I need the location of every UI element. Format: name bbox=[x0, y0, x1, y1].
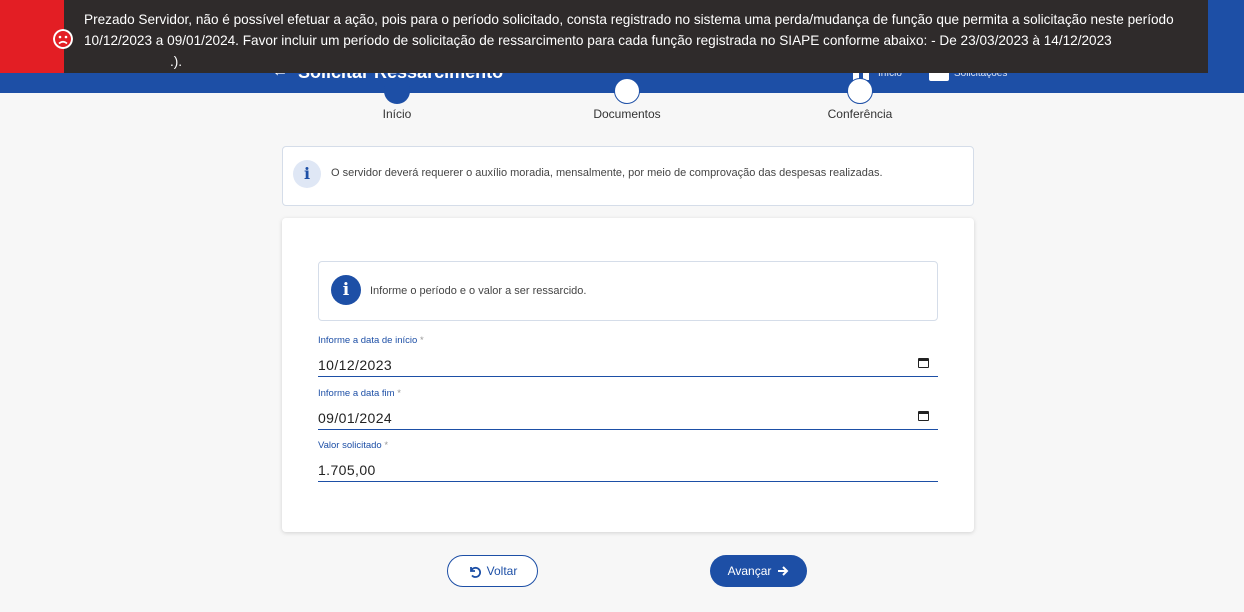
info-notice-card: i O servidor deverá requerer o auxílio m… bbox=[282, 146, 974, 206]
required-mark: * bbox=[397, 388, 401, 399]
sad-face-icon bbox=[53, 29, 73, 49]
arrow-right-icon bbox=[778, 566, 789, 576]
step-label: Conferência bbox=[827, 107, 893, 121]
required-mark: * bbox=[419, 335, 424, 346]
step-inicio: Início bbox=[360, 78, 434, 121]
toast-message: Prezado Servidor, não é possível efetuar… bbox=[84, 9, 1194, 72]
info-icon: i bbox=[331, 275, 361, 305]
next-button-label: Avançar bbox=[727, 564, 772, 578]
step-indicator bbox=[847, 78, 873, 104]
amount-row bbox=[318, 454, 938, 482]
undo-icon bbox=[469, 566, 481, 578]
step-indicator bbox=[614, 78, 640, 104]
end-date-field: Informe a data fim * bbox=[318, 388, 938, 430]
start-date-input[interactable] bbox=[318, 349, 878, 375]
reimbursement-form: i Informe o período e o valor a ser ress… bbox=[282, 218, 974, 532]
required-mark: * bbox=[384, 440, 389, 451]
amount-field: Valor solicitado * bbox=[318, 440, 938, 482]
step-conferencia: Conferência bbox=[813, 78, 907, 121]
start-date-label: Informe a data de início * bbox=[318, 335, 938, 349]
start-date-row bbox=[318, 349, 938, 377]
back-button[interactable]: Voltar bbox=[447, 555, 538, 587]
form-notice-text: Informe o período e o valor a ser ressar… bbox=[370, 285, 587, 297]
amount-label: Valor solicitado * bbox=[318, 440, 938, 454]
end-date-label: Informe a data fim * bbox=[318, 388, 938, 402]
info-icon: i bbox=[293, 160, 321, 188]
step-label: Início bbox=[382, 107, 412, 121]
amount-label-text: Valor solicitado bbox=[318, 440, 382, 451]
step-label: Documentos bbox=[593, 107, 661, 121]
step-documentos: Documentos bbox=[590, 78, 664, 121]
end-date-row bbox=[318, 402, 938, 430]
toast-message-tail: .). bbox=[170, 54, 183, 69]
step-indicator-active bbox=[384, 78, 410, 104]
next-button[interactable]: Avançar bbox=[710, 555, 807, 587]
form-notice: i Informe o período e o valor a ser ress… bbox=[318, 261, 938, 321]
start-date-field: Informe a data de início * bbox=[318, 335, 938, 377]
calendar-icon[interactable] bbox=[918, 358, 929, 368]
back-button-label: Voltar bbox=[486, 564, 518, 578]
start-date-label-text: Informe a data de início bbox=[318, 335, 418, 346]
info-notice-text: O servidor deverá requerer o auxílio mor… bbox=[331, 167, 883, 179]
calendar-icon[interactable] bbox=[918, 411, 929, 421]
end-date-label-text: Informe a data fim bbox=[318, 388, 395, 399]
toast-message-text: Prezado Servidor, não é possível efetuar… bbox=[84, 12, 1174, 48]
amount-input[interactable] bbox=[318, 454, 878, 480]
end-date-input[interactable] bbox=[318, 402, 878, 428]
